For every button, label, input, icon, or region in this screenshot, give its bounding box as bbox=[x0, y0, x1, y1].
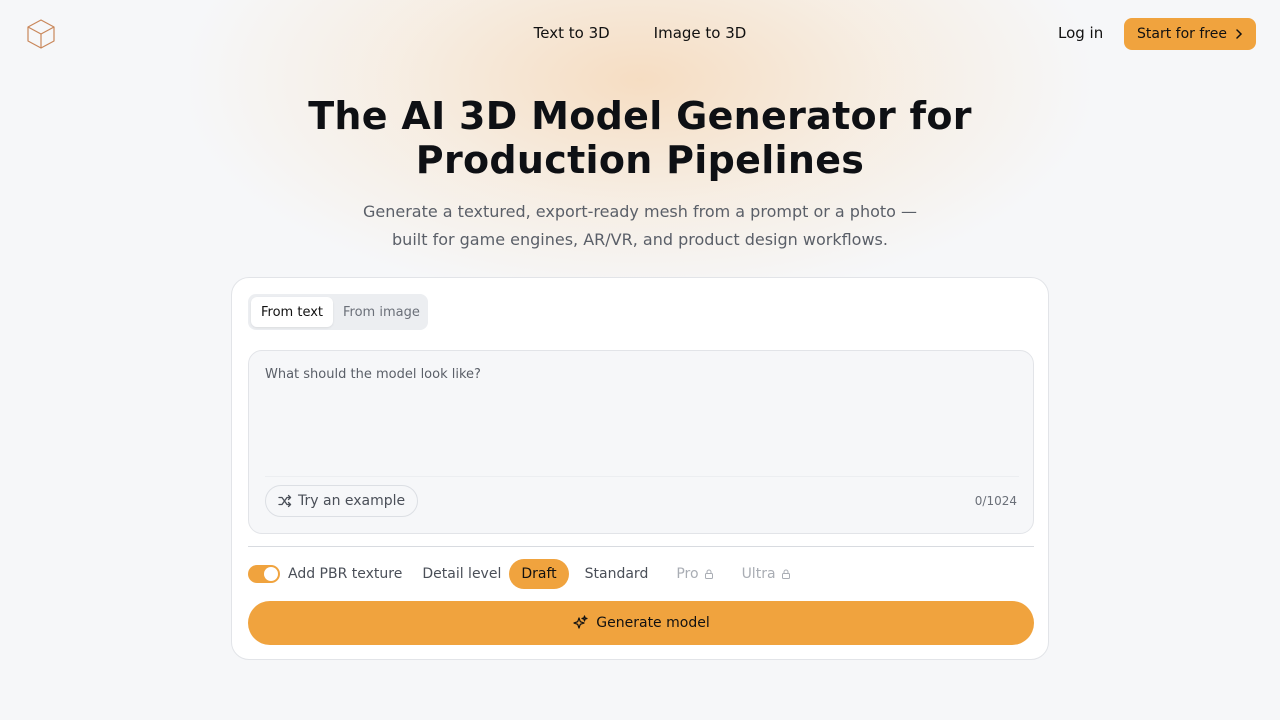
start-for-free-label: Start for free bbox=[1137, 26, 1227, 42]
generation-options: Add PBR texture Detail level Draft Stand… bbox=[248, 559, 807, 589]
generator-card: From text From image Try an example 0/10… bbox=[231, 277, 1049, 660]
nav-link-image-to-3d[interactable]: Image to 3D bbox=[654, 24, 747, 42]
login-link[interactable]: Log in bbox=[1058, 24, 1103, 42]
page-title: The AI 3D Model Generator for Production… bbox=[0, 94, 1280, 182]
detail-level-pro-label: Pro bbox=[676, 566, 699, 582]
generate-model-button[interactable]: Generate model bbox=[248, 601, 1034, 645]
detail-level-label: Detail level bbox=[422, 566, 502, 582]
title-line-1: The AI 3D Model Generator for bbox=[308, 94, 972, 138]
toggle-knob bbox=[264, 567, 278, 581]
title-line-2: Production Pipelines bbox=[415, 138, 865, 182]
generate-model-label: Generate model bbox=[596, 615, 710, 631]
try-example-button[interactable]: Try an example bbox=[265, 485, 419, 517]
detail-level-standard-label: Standard bbox=[584, 566, 649, 582]
page-subtitle: Generate a textured, export-ready mesh f… bbox=[340, 198, 940, 254]
tab-from-image[interactable]: From image bbox=[333, 297, 430, 327]
tab-from-text[interactable]: From text bbox=[251, 297, 333, 327]
lock-icon bbox=[704, 569, 713, 579]
nav-link-text-to-3d[interactable]: Text to 3D bbox=[534, 24, 610, 42]
lock-icon bbox=[781, 569, 790, 579]
detail-level-draft[interactable]: Draft bbox=[509, 559, 569, 589]
subtitle-line-2: built for game engines, AR/VR, and produ… bbox=[392, 230, 888, 249]
prompt-input[interactable] bbox=[265, 367, 1019, 477]
shuffle-icon bbox=[278, 494, 292, 508]
detail-level-pro[interactable]: Pro bbox=[664, 559, 725, 589]
try-example-label: Try an example bbox=[298, 493, 406, 509]
top-nav: Text to 3D Image to 3D Log in Start for … bbox=[0, 0, 1280, 68]
detail-level-draft-label: Draft bbox=[521, 566, 557, 582]
pbr-texture-toggle[interactable] bbox=[248, 565, 280, 583]
prompt-box: Try an example 0/1024 bbox=[248, 350, 1034, 534]
sparkles-icon bbox=[573, 615, 588, 629]
start-for-free-button[interactable]: Start for free bbox=[1124, 18, 1256, 50]
character-counter: 0/1024 bbox=[974, 494, 1017, 508]
pbr-texture-label: Add PBR texture bbox=[288, 566, 403, 582]
detail-level-ultra[interactable]: Ultra bbox=[730, 559, 803, 589]
detail-level-ultra-label: Ultra bbox=[741, 566, 776, 582]
input-mode-tabs: From text From image bbox=[248, 294, 428, 330]
chevron-right-icon bbox=[1236, 29, 1243, 39]
divider bbox=[248, 546, 1034, 547]
subtitle-line-1: Generate a textured, export-ready mesh f… bbox=[362, 202, 918, 221]
detail-level-standard[interactable]: Standard bbox=[573, 559, 661, 589]
